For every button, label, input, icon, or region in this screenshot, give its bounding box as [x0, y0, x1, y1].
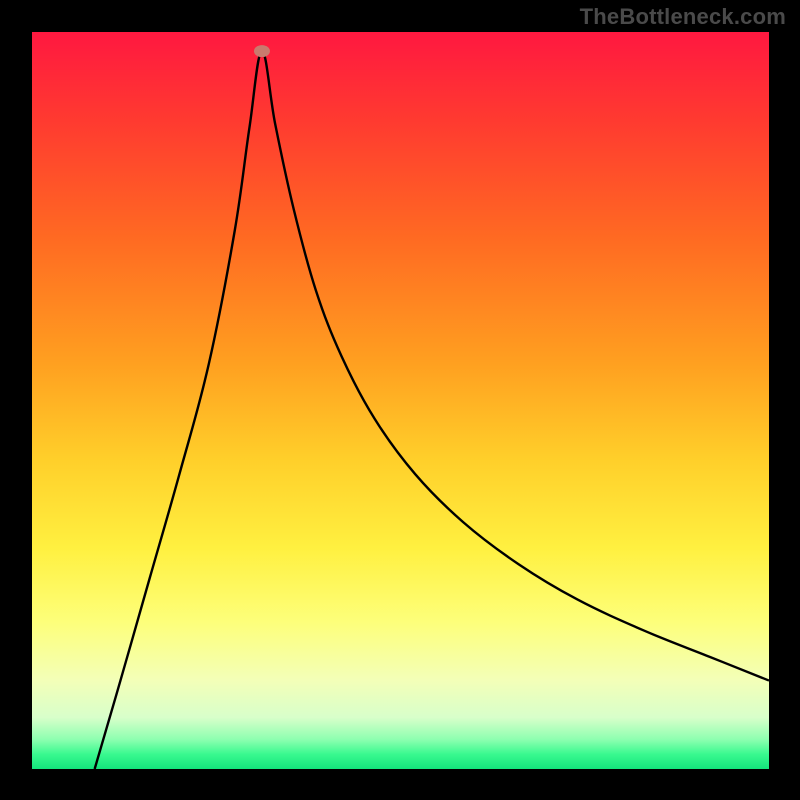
optimum-marker — [254, 45, 270, 57]
plot-background — [32, 32, 769, 769]
bottleneck-chart — [0, 0, 800, 800]
chart-frame: TheBottleneck.com — [0, 0, 800, 800]
attribution-text: TheBottleneck.com — [580, 4, 786, 30]
